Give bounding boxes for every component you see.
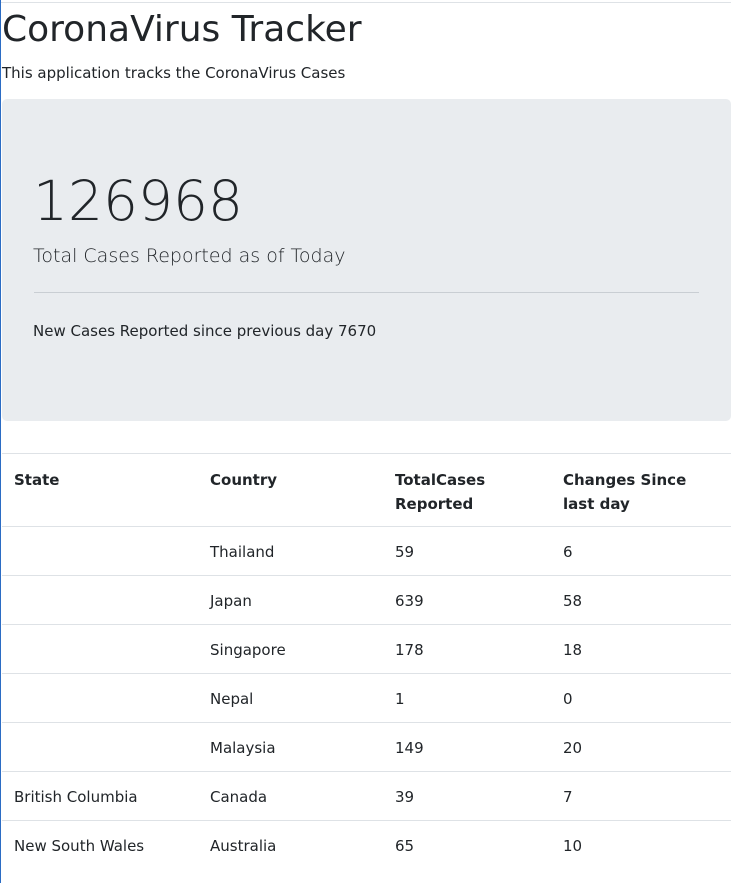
table-row: Malaysia 149 20 [2, 722, 731, 772]
total-cases-label: Total Cases Reported as of Today [33, 245, 346, 267]
cell-state: New South Wales [2, 820, 198, 870]
cell-state [2, 673, 198, 723]
column-header-state: State [2, 453, 198, 527]
cell-state [2, 575, 198, 625]
column-header-changes: Changes Since last day [551, 453, 731, 527]
cell-change: 0 [551, 673, 731, 723]
cell-country: Thailand [198, 526, 383, 576]
table-row: Singapore 178 18 [2, 624, 731, 674]
cell-country: Australia [198, 820, 383, 870]
cell-total-cases: 39 [383, 771, 551, 821]
new-cases-text: New Cases Reported since previous day 76… [33, 322, 377, 340]
cell-country: Canada [198, 771, 383, 821]
page-subtitle: This application tracks the CoronaVirus … [2, 64, 346, 82]
cell-change: 6 [551, 526, 731, 576]
page: CoronaVirus Tracker This application tra… [0, 0, 731, 883]
cell-state [2, 526, 198, 576]
summary-divider [34, 292, 699, 293]
cell-change: 10 [551, 820, 731, 870]
cell-change: 20 [551, 722, 731, 772]
page-title: CoronaVirus Tracker [2, 9, 362, 50]
cell-total-cases: 149 [383, 722, 551, 772]
cell-change: 58 [551, 575, 731, 625]
table-row: Nepal 1 0 [2, 673, 731, 723]
column-header-country: Country [198, 453, 383, 527]
cell-total-cases: 639 [383, 575, 551, 625]
table-row: British Columbia Canada 39 7 [2, 771, 731, 821]
cell-total-cases: 59 [383, 526, 551, 576]
cell-country: Singapore [198, 624, 383, 674]
cell-state: British Columbia [2, 771, 198, 821]
cases-table: State Country TotalCases Reported Change… [2, 453, 731, 870]
cell-country: Japan [198, 575, 383, 625]
cell-total-cases: 1 [383, 673, 551, 723]
table-row: Thailand 59 6 [2, 526, 731, 576]
column-header-total-cases: TotalCases Reported [383, 453, 551, 527]
cell-country: Nepal [198, 673, 383, 723]
cell-state [2, 722, 198, 772]
table-row: Japan 639 58 [2, 575, 731, 625]
cell-country: Malaysia [198, 722, 383, 772]
table-row: New South Wales Australia 65 10 [2, 820, 731, 870]
cell-change: 7 [551, 771, 731, 821]
cell-change: 18 [551, 624, 731, 674]
cell-state [2, 624, 198, 674]
top-divider [1, 2, 731, 3]
cell-total-cases: 65 [383, 820, 551, 870]
total-cases-number: 126968 [33, 169, 243, 233]
cell-total-cases: 178 [383, 624, 551, 674]
table-header-row: State Country TotalCases Reported Change… [2, 453, 731, 527]
